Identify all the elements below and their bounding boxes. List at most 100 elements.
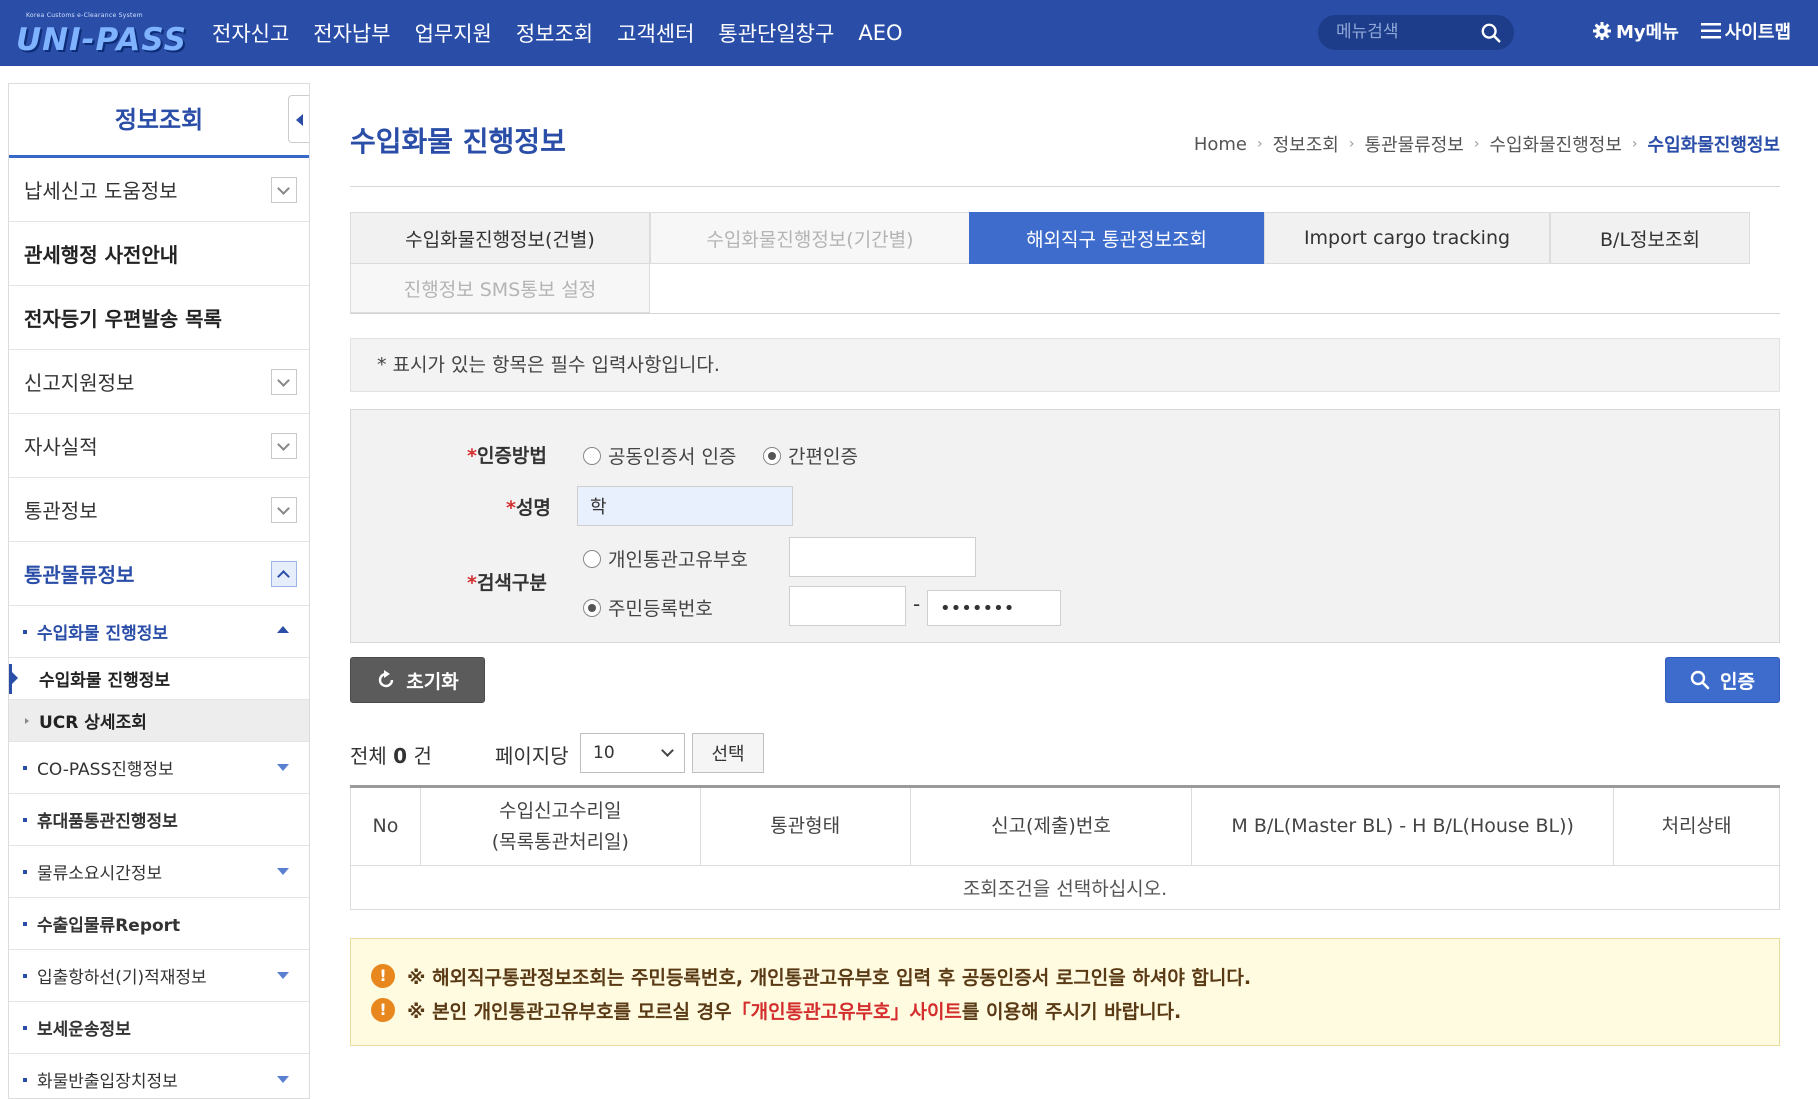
menu-search-input[interactable] [1336, 21, 1476, 43]
total-count: 전체 0 건 [350, 740, 432, 769]
radio-certificate-auth[interactable]: 공동인증서 인증 [583, 442, 736, 469]
sidebar-item-filing-support[interactable]: 신고지원정보 [9, 350, 309, 414]
nav-e-filing[interactable]: 전자신고 [212, 18, 289, 48]
unipass-logo[interactable]: Korea Customs e-Clearance System UNI-PAS… [14, 8, 186, 60]
sidebar-item-tax-help[interactable]: 납세신고 도움정보 [9, 158, 309, 222]
sidebar-collapse-button[interactable] [288, 95, 309, 143]
total-suffix: 건 [413, 744, 432, 768]
sidebar-sub-label: 입출항하선(기)적재정보 [37, 968, 207, 988]
reset-button[interactable]: 초기화 [350, 657, 485, 703]
sidebar-item-registered-mail[interactable]: 전자등기 우편발송 목록 [9, 286, 309, 350]
logo-text: UNI-PASS [16, 22, 187, 58]
tab-import-by-case[interactable]: 수입화물진행정보(건별) [350, 212, 650, 264]
search-type-label: *검색구분 [467, 568, 547, 595]
sidebar-sub3-ucr[interactable]: UCR 상세조회 [9, 700, 309, 742]
chevron-down-icon[interactable] [271, 497, 297, 523]
chevron-down-icon[interactable] [271, 177, 297, 203]
col-header-text: 수입신고수리일 [499, 800, 622, 823]
sidebar-item-logistics-info[interactable]: 통관물류정보 [9, 542, 309, 606]
personal-code-site-link[interactable]: 「개인통관고유부호」사이트 [732, 997, 962, 1024]
nav-aeo[interactable]: AEO [858, 21, 902, 45]
breadcrumb-item[interactable]: 통관물류정보 [1364, 131, 1463, 157]
chevron-up-icon[interactable] [271, 561, 297, 587]
breadcrumb-item[interactable]: 정보조회 [1273, 131, 1339, 157]
caret-down-icon[interactable] [277, 868, 289, 875]
sidebar-sub-logistics-time[interactable]: 물류소요시간정보 [9, 846, 309, 898]
bullet-icon [23, 1077, 27, 1082]
sidebar: 정보조회 납세신고 도움정보 관세행정 사전안내 전자등기 우편발송 목록 신고… [8, 83, 310, 1099]
total-count-value: 0 [393, 744, 408, 768]
search-icon[interactable] [1480, 22, 1502, 44]
select-button[interactable]: 선택 [692, 733, 764, 773]
sidebar-item-clearance-info[interactable]: 통관정보 [9, 478, 309, 542]
sidebar-item-customs-notice[interactable]: 관세행정 사전안내 [9, 222, 309, 286]
radio-circle-selected[interactable] [763, 446, 781, 465]
per-page-select[interactable]: 10 [580, 733, 685, 773]
reset-button-label: 초기화 [406, 670, 459, 693]
nav-single-window[interactable]: 통관단일창구 [718, 18, 834, 48]
radio-simple-auth[interactable]: 간편인증 [763, 442, 858, 469]
radio-circle-selected[interactable] [583, 598, 601, 617]
radio-circle[interactable] [583, 446, 601, 465]
name-input[interactable] [577, 486, 793, 526]
radio-personal-code[interactable]: 개인통관고유부호 [583, 545, 748, 572]
sidebar-item-label: 신고지원정보 [24, 371, 135, 395]
personal-code-input[interactable] [789, 537, 976, 577]
sidebar-sub-bonded-transport[interactable]: 보세운송정보 [9, 1002, 309, 1054]
search-icon [1690, 670, 1710, 690]
sidebar-sub3-import-cargo[interactable]: 수입화물 진행정보 [9, 658, 309, 700]
col-header-text: 통관형태 [770, 815, 841, 838]
radio-label: 주민등록번호 [608, 598, 713, 620]
sidebar-sub-loading-info[interactable]: 입출항하선(기)적재정보 [9, 950, 309, 1002]
auth-button-label: 인증 [1720, 670, 1755, 693]
col-header-subtext: (목록통관처리일) [491, 830, 629, 853]
sidebar-sub-copass[interactable]: CO-PASS진행정보 [9, 742, 309, 794]
warning-line: ! ※ 본인 개인통관고유부호를 모르실 경우 「개인통관고유부호」사이트 를 … [371, 993, 1779, 1027]
warning-line: ! ※ 해외직구통관정보조회는 주민등록번호, 개인통관고유부호 입력 후 공동… [371, 959, 1779, 993]
tab-sms-notify[interactable]: 진행정보 SMS통보 설정 [350, 263, 650, 313]
caret-down-icon[interactable] [277, 764, 289, 771]
caret-down-icon[interactable] [277, 972, 289, 979]
caret-up-icon[interactable] [277, 626, 289, 633]
breadcrumb-item[interactable]: 수입화물진행정보 [1489, 131, 1621, 157]
nav-customer-center[interactable]: 고객센터 [617, 18, 694, 48]
caret-down-icon[interactable] [277, 1076, 289, 1083]
refresh-icon [379, 670, 394, 688]
col-header-clearance-type: 통관형태 [699, 786, 911, 866]
rrn-front-input[interactable] [789, 586, 906, 626]
sidebar-item-label: 통관정보 [24, 499, 98, 523]
tab-import-cargo-tracking[interactable]: Import cargo tracking [1264, 212, 1550, 264]
chevron-right-icon: › [1256, 136, 1263, 152]
sidebar-sub-label: 물류소요시간정보 [37, 864, 163, 884]
search-form: *인증방법 공동인증서 인증 간편인증 *성명 *검색구분 개인통관고유부호 주… [350, 409, 1780, 643]
sidebar-sub-label: 휴대품통관진행정보 [37, 812, 178, 832]
auth-button[interactable]: 인증 [1665, 657, 1780, 703]
sidebar-sub-logistics-report[interactable]: 수출입물류Report [9, 898, 309, 950]
total-prefix: 전체 [350, 744, 387, 768]
nav-work-support[interactable]: 업무지원 [415, 18, 492, 48]
radio-resident-number[interactable]: 주민등록번호 [583, 594, 713, 621]
chevron-down-icon[interactable] [271, 433, 297, 459]
bullet-icon [23, 1025, 27, 1030]
nav-info-inquiry[interactable]: 정보조회 [516, 18, 593, 48]
tab-bl-inquiry[interactable]: B/L정보조회 [1550, 212, 1750, 264]
sidebar-sub-cargo-storage[interactable]: 화물반출입장치정보 [9, 1054, 309, 1098]
my-menu-button[interactable]: My메뉴 [1592, 18, 1679, 44]
sitemap-button[interactable]: 사이트맵 [1700, 18, 1791, 44]
tab-import-by-period[interactable]: 수입화물진행정보(기간별) [650, 212, 970, 264]
col-header-accept-date: 수입신고수리일 (목록통관처리일) [419, 786, 701, 866]
sidebar-sub-import-cargo[interactable]: 수입화물 진행정보 [9, 606, 309, 658]
rrn-dash: - [913, 592, 921, 616]
breadcrumb-home[interactable]: Home [1194, 134, 1247, 155]
radio-circle[interactable] [583, 549, 601, 568]
sidebar-sub-baggage[interactable]: 휴대품통관진행정보 [9, 794, 309, 846]
rrn-back-input[interactable] [927, 590, 1061, 626]
sidebar-item-company-record[interactable]: 자사실적 [9, 414, 309, 478]
chevron-down-icon[interactable] [271, 369, 297, 395]
tab-overseas-direct[interactable]: 해외직구 통관정보조회 [969, 212, 1264, 264]
bullet-icon [23, 973, 27, 978]
required-mark: * [506, 497, 516, 519]
sidebar-item-label: 납세신고 도움정보 [24, 179, 178, 203]
nav-e-payment[interactable]: 전자납부 [313, 18, 390, 48]
gear-icon [1593, 22, 1611, 40]
